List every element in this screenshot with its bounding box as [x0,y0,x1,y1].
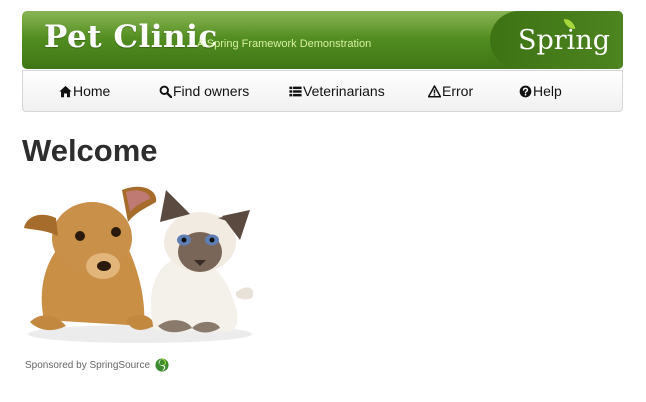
nav-home-label: Home [73,83,111,99]
nav-home[interactable]: Home [59,71,110,111]
home-icon [59,85,72,97]
warning-icon [428,84,441,98]
nav-veterinarians[interactable]: Veterinarians [289,71,385,111]
nav-find-owners[interactable]: Find owners [159,71,249,111]
pets-image [24,186,254,343]
app-subtitle: A Spring Framework Demonstration [197,38,372,50]
app-title: Pet Clinic [44,19,218,55]
nav-error-label: Error [442,83,474,99]
sponsor-text: Sponsored by SpringSource [25,359,151,371]
navbar: Home Find owners Veterinarians Error Hel… [22,70,623,112]
help-icon [519,85,532,97]
header-banner: Pet Clinic A Spring Framework Demonstrat… [22,11,623,69]
page-title: Welcome [22,133,158,168]
list-icon [289,86,302,96]
nav-help-label: Help [533,83,562,99]
springsource-logo-icon [155,358,169,372]
search-icon [159,85,172,98]
nav-help[interactable]: Help [519,71,562,111]
nav-veterinarians-label: Veterinarians [303,83,385,99]
nav-find-owners-label: Find owners [173,83,250,99]
nav-error[interactable]: Error [428,71,473,111]
sponsor-footer: Sponsored by SpringSource [25,358,169,372]
spring-logo: Spring [518,25,610,56]
